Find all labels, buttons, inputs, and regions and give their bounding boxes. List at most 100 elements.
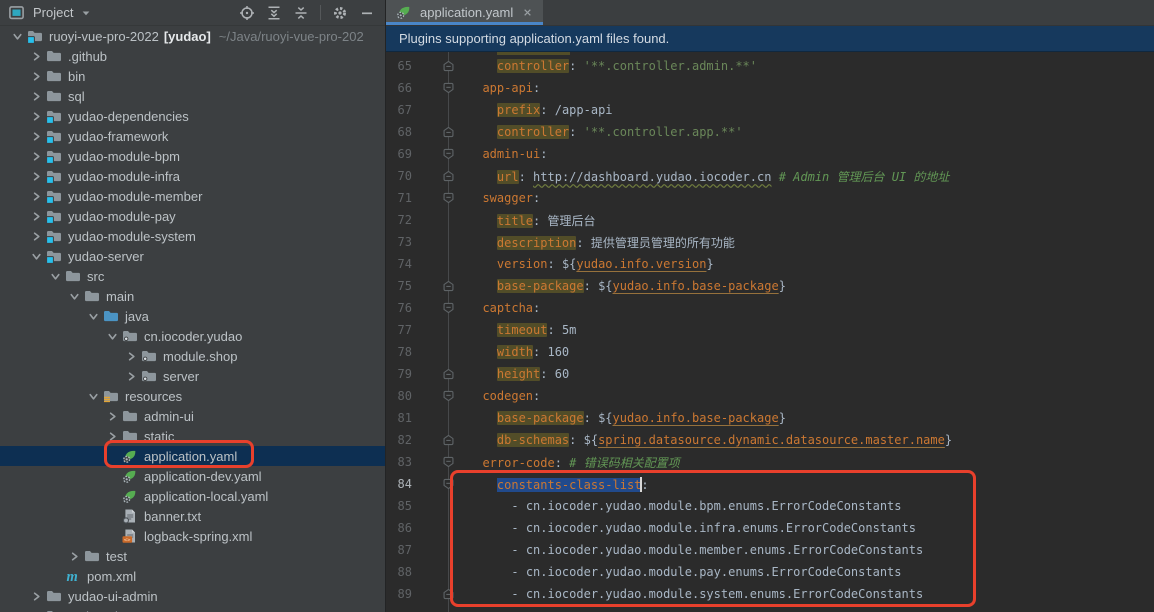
chevron-closed-icon[interactable] xyxy=(27,128,46,144)
tree-item-yudao-ui-admin[interactable]: yudao-ui-admin xyxy=(0,586,385,606)
tree-item-yudao-module-bpm[interactable]: yudao-module-bpm xyxy=(0,146,385,166)
chevron-open-icon[interactable] xyxy=(84,308,103,324)
code-line-71[interactable]: 71 swagger: xyxy=(386,187,1154,209)
tree-item-resources[interactable]: resources xyxy=(0,386,385,406)
fold-end-icon[interactable] xyxy=(440,59,456,73)
chevron-closed-icon[interactable] xyxy=(27,108,46,124)
fold-start-icon[interactable] xyxy=(440,147,456,161)
code-line-78[interactable]: 78 width: 160 xyxy=(386,341,1154,363)
chevron-closed-icon[interactable] xyxy=(27,88,46,104)
tree-item-yudao-module-member[interactable]: yudao-module-member xyxy=(0,186,385,206)
tree-item-cn-iocoder-yudao[interactable]: cn.iocoder.yudao xyxy=(0,326,385,346)
tree-item-admin-ui[interactable]: admin-ui xyxy=(0,406,385,426)
chevron-open-icon[interactable] xyxy=(8,28,27,44)
tree-item-application-dev-yaml[interactable]: application-dev.yaml xyxy=(0,466,385,486)
fold-start-icon[interactable] xyxy=(440,81,456,95)
tree-item-static[interactable]: static xyxy=(0,426,385,446)
code-line-81[interactable]: 81 base-package: ${yudao.info.base-packa… xyxy=(386,407,1154,429)
code-line-70[interactable]: 70 url: http://dashboard.yudao.iocoder.c… xyxy=(386,165,1154,187)
tree-item-yudao-ui-app[interactable]: yudao-ui-app xyxy=(0,606,385,612)
chevron-open-icon[interactable] xyxy=(46,268,65,284)
tree-item-github[interactable]: .github xyxy=(0,46,385,66)
fold-end-icon[interactable] xyxy=(440,125,456,139)
code-line-75[interactable]: 75 base-package: ${yudao.info.base-packa… xyxy=(386,275,1154,297)
tree-item-yudao-dependencies[interactable]: yudao-dependencies xyxy=(0,106,385,126)
code-line-83[interactable]: 83 error-code: # 错误码相关配置项 xyxy=(386,451,1154,473)
tree-item-test[interactable]: test xyxy=(0,546,385,566)
tree-item-yudao-module-pay[interactable]: yudao-module-pay xyxy=(0,206,385,226)
fold-start-icon[interactable] xyxy=(440,301,456,315)
tree-item-pom-xml[interactable]: mpom.xml xyxy=(0,566,385,586)
chevron-closed-icon[interactable] xyxy=(103,428,122,444)
fold-end-icon[interactable] xyxy=(440,169,456,183)
tree-item-module-shop[interactable]: module.shop xyxy=(0,346,385,366)
tree-item-yudao-module-infra[interactable]: yudao-module-infra xyxy=(0,166,385,186)
code-line-74[interactable]: 74 version: ${yudao.info.version} xyxy=(386,253,1154,275)
tree-item-bin[interactable]: bin xyxy=(0,66,385,86)
chevron-closed-icon[interactable] xyxy=(27,608,46,612)
tree-item-yudao-server[interactable]: yudao-server xyxy=(0,246,385,266)
chevron-closed-icon[interactable] xyxy=(27,148,46,164)
chevron-open-icon[interactable] xyxy=(103,328,122,344)
code-line-77[interactable]: 77 timeout: 5m xyxy=(386,319,1154,341)
tree-item-logback-spring-xml[interactable]: <>logback-spring.xml xyxy=(0,526,385,546)
code-line-73[interactable]: 73 description: 提供管理员管理的所有功能 xyxy=(386,231,1154,253)
tree-item-yudao-framework[interactable]: yudao-framework xyxy=(0,126,385,146)
fold-start-icon[interactable] xyxy=(440,191,456,205)
tree-item-ruoyi-vue-pro-2022[interactable]: ruoyi-vue-pro-2022[yudao]~/Java/ruoyi-vu… xyxy=(0,26,385,46)
fold-end-icon[interactable] xyxy=(440,279,456,293)
chevron-closed-icon[interactable] xyxy=(27,48,46,64)
chevron-closed-icon[interactable] xyxy=(103,408,122,424)
chevron-down-icon[interactable] xyxy=(80,7,92,19)
chevron-closed-icon[interactable] xyxy=(122,348,141,364)
fold-end-icon[interactable] xyxy=(440,367,456,381)
chevron-closed-icon[interactable] xyxy=(27,68,46,84)
tree-item-application-yaml[interactable]: application.yaml xyxy=(0,446,385,466)
fold-start-icon[interactable] xyxy=(440,455,456,469)
settings-icon[interactable] xyxy=(332,5,348,21)
chevron-closed-icon[interactable] xyxy=(27,588,46,604)
tree-item-banner-txt[interactable]: banner.txt xyxy=(0,506,385,526)
chevron-open-icon[interactable] xyxy=(27,248,46,264)
code-line-87[interactable]: 87 - cn.iocoder.yudao.module.member.enum… xyxy=(386,539,1154,561)
tree-item-application-local-yaml[interactable]: application-local.yaml xyxy=(0,486,385,506)
fold-start-icon[interactable] xyxy=(440,477,456,491)
tree-item-yudao-module-system[interactable]: yudao-module-system xyxy=(0,226,385,246)
code-line-76[interactable]: 76 captcha: xyxy=(386,297,1154,319)
tree-item-src[interactable]: src xyxy=(0,266,385,286)
code-line-88[interactable]: 88 - cn.iocoder.yudao.module.pay.enums.E… xyxy=(386,561,1154,583)
fold-end-icon[interactable] xyxy=(440,587,456,601)
chevron-closed-icon[interactable] xyxy=(27,228,46,244)
chevron-closed-icon[interactable] xyxy=(27,188,46,204)
code-line-79[interactable]: 79 height: 60 xyxy=(386,363,1154,385)
tab-application-yaml[interactable]: application.yaml xyxy=(386,0,543,25)
expand-all-icon[interactable] xyxy=(266,5,282,21)
code-line-72[interactable]: 72 title: 管理后台 xyxy=(386,209,1154,231)
code-line-69[interactable]: 69 admin-ui: xyxy=(386,143,1154,165)
code-line-89[interactable]: 89 - cn.iocoder.yudao.module.system.enum… xyxy=(386,583,1154,605)
chevron-closed-icon[interactable] xyxy=(27,208,46,224)
collapse-all-icon[interactable] xyxy=(293,5,309,21)
code-line-82[interactable]: 82 db-schemas: ${spring.datasource.dynam… xyxy=(386,429,1154,451)
tree-item-main[interactable]: main xyxy=(0,286,385,306)
code-line-65[interactable]: 65 controller: '**.controller.admin.**' xyxy=(386,55,1154,77)
chevron-closed-icon[interactable] xyxy=(122,368,141,384)
code-line-80[interactable]: 80 codegen: xyxy=(386,385,1154,407)
code-line-84[interactable]: 84 constants-class-list: xyxy=(386,473,1154,495)
code-line-85[interactable]: 85 - cn.iocoder.yudao.module.bpm.enums.E… xyxy=(386,495,1154,517)
chevron-closed-icon[interactable] xyxy=(65,548,84,564)
hide-icon[interactable] xyxy=(359,5,375,21)
chevron-open-icon[interactable] xyxy=(65,288,84,304)
fold-start-icon[interactable] xyxy=(440,389,456,403)
tree-item-java[interactable]: java xyxy=(0,306,385,326)
locate-icon[interactable] xyxy=(239,5,255,21)
fold-end-icon[interactable] xyxy=(440,433,456,447)
close-tab-icon[interactable] xyxy=(520,6,534,20)
code-line-68[interactable]: 68 controller: '**.controller.app.**' xyxy=(386,121,1154,143)
code-line-86[interactable]: 86 - cn.iocoder.yudao.module.infra.enums… xyxy=(386,517,1154,539)
chevron-closed-icon[interactable] xyxy=(27,168,46,184)
code-line-66[interactable]: 66 app-api: xyxy=(386,77,1154,99)
chevron-open-icon[interactable] xyxy=(84,388,103,404)
code-line-67[interactable]: 67 prefix: /app-api xyxy=(386,99,1154,121)
tree-item-sql[interactable]: sql xyxy=(0,86,385,106)
